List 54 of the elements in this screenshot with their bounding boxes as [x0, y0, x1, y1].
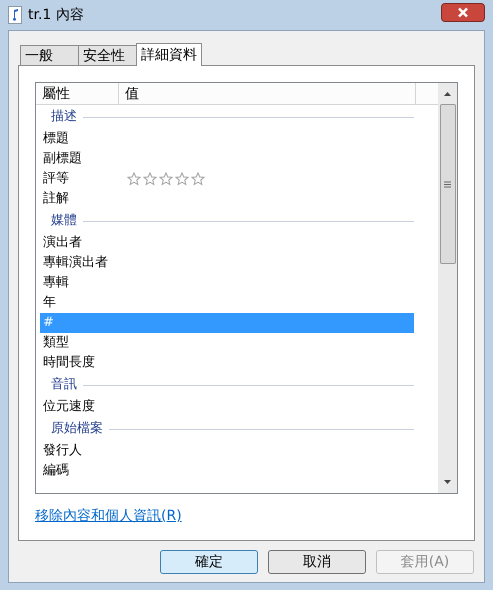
property-row[interactable]: 類型 [40, 333, 414, 353]
star-icon [159, 172, 173, 186]
rating-stars[interactable] [126, 172, 205, 186]
grip-icon [444, 180, 451, 188]
property-row[interactable]: 副標題 [40, 149, 414, 169]
star-icon [191, 172, 205, 186]
property-name: 專輯演出者 [42, 254, 109, 272]
dialog-button[interactable]: 取消 [268, 550, 366, 574]
property-name: 發行人 [42, 442, 83, 460]
property-name: 標題 [42, 130, 70, 148]
scroll-up-icon [443, 91, 452, 96]
property-name: 時間長度 [42, 354, 96, 372]
tab[interactable]: 一般 [20, 45, 79, 65]
property-name: 評等 [42, 170, 70, 188]
group-heading: 描述 [50, 108, 78, 126]
property-name: 演出者 [42, 234, 83, 252]
close-icon [457, 6, 469, 18]
property-name: 類型 [42, 334, 70, 352]
property-row[interactable]: 時間長度 [40, 353, 414, 373]
property-row[interactable]: 演出者 [40, 233, 414, 253]
column-header[interactable]: 屬性 [36, 83, 119, 104]
property-name: 位元速度 [42, 398, 96, 416]
property-row[interactable]: 編碼 [40, 461, 414, 481]
scrollbar[interactable] [438, 83, 457, 493]
dialog-button[interactable]: 確定 [160, 550, 258, 574]
column-header[interactable]: 值 [119, 83, 416, 104]
property-name: 年 [42, 294, 57, 312]
property-row[interactable]: 註解 [40, 189, 414, 209]
star-icon [143, 172, 157, 186]
property-row[interactable]: 專輯 [40, 273, 414, 293]
property-name: # [42, 314, 55, 332]
property-row[interactable]: 年 [40, 293, 414, 313]
property-name: 註解 [42, 190, 70, 208]
tab[interactable]: 詳細資料 [136, 43, 202, 66]
property-row[interactable]: 位元速度 [40, 397, 414, 417]
property-name: 專輯 [42, 274, 70, 292]
property-row[interactable]: 發行人 [40, 441, 414, 461]
group-heading: 原始檔案 [50, 420, 104, 438]
group-heading: 音訊 [50, 376, 78, 394]
remove-properties-link[interactable]: 移除內容和個人資訊(R) [35, 508, 182, 524]
close-button[interactable] [441, 2, 485, 22]
scroll-thumb[interactable] [440, 104, 456, 264]
scroll-down-icon [443, 480, 452, 485]
property-row[interactable]: 專輯演出者 [40, 253, 414, 273]
property-row[interactable]: 標題 [40, 129, 414, 149]
property-name: 編碼 [42, 462, 70, 480]
star-icon [127, 172, 141, 186]
tab[interactable]: 安全性 [78, 45, 137, 65]
property-row[interactable]: 評等 [40, 169, 414, 189]
star-icon [175, 172, 189, 186]
group-heading: 媒體 [50, 212, 78, 230]
music-file-icon [8, 6, 22, 24]
property-name: 副標題 [42, 150, 83, 168]
window-title: tr.1 內容 [28, 6, 84, 24]
